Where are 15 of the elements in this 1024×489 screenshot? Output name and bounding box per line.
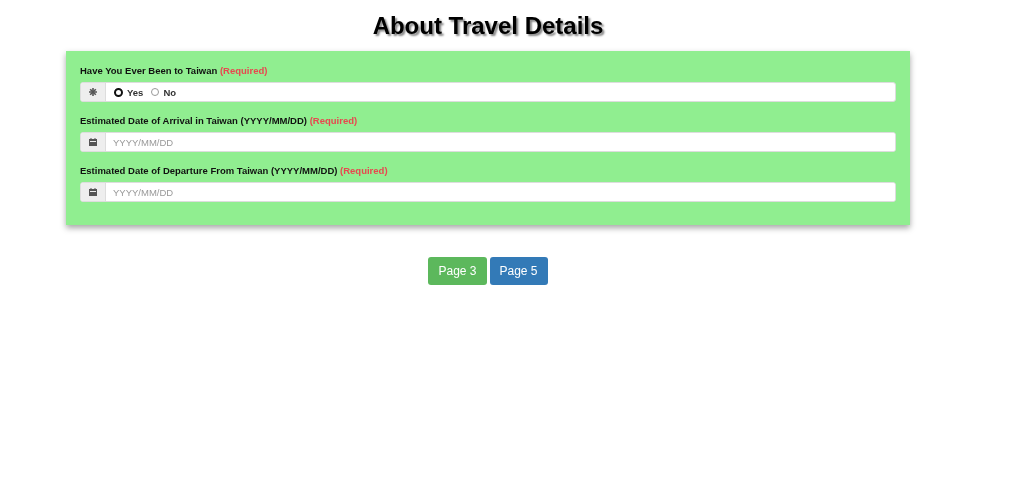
page-button[interactable]: Page 3 <box>428 257 487 285</box>
field-label: Estimated Date of Arrival in Taiwan (YYYY/MM/DD) (Required) <box>80 115 359 127</box>
page-button[interactable]: Page 5 <box>489 257 548 285</box>
option-label: Yes <box>127 86 144 98</box>
calendar-icon <box>89 188 97 196</box>
radio-button[interactable] <box>114 87 123 97</box>
radio-button[interactable] <box>151 88 160 96</box>
calendar-icon <box>89 138 97 146</box>
field-label: Estimated Date of Departure From Taiwan (YYYY/MM/DD) (Required) <box>80 165 389 177</box>
option-label: No <box>163 86 177 98</box>
date-field[interactable]: YYYY/MM/DD <box>80 182 896 202</box>
field-label: Have You Ever Been to Taiwan (Required) <box>80 65 269 77</box>
asterisk-icon <box>89 88 97 96</box>
page-title: About Travel Details <box>371 12 605 40</box>
date-field[interactable]: YYYY/MM/DD <box>80 132 896 152</box>
